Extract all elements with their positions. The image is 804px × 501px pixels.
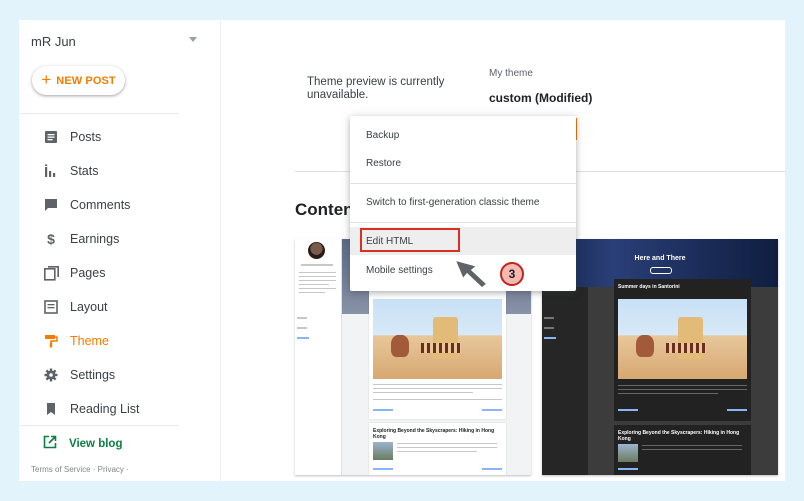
- sidebar: mR Jun + NEW POST Posts Stats Comments $…: [19, 20, 221, 481]
- edit-html-highlight-box: [360, 228, 460, 252]
- blog-selector[interactable]: mR Jun: [31, 34, 76, 49]
- section-title: Conten: [295, 200, 354, 219]
- post-image: [618, 299, 747, 379]
- sidebar-item-reading-list[interactable]: Reading List: [19, 392, 219, 426]
- my-theme-name: custom (Modified): [489, 91, 593, 105]
- plus-icon: +: [41, 70, 52, 89]
- thumbnail-post-card: Summer days in Santorini: [614, 279, 751, 421]
- footer-links[interactable]: Terms of Service · Privacy ·: [31, 465, 129, 474]
- post-image: [373, 299, 502, 379]
- sidebar-item-label: Layout: [70, 300, 108, 314]
- divider: [19, 425, 179, 426]
- posts-icon: [43, 129, 59, 145]
- blogger-window: mR Jun + NEW POST Posts Stats Comments $…: [19, 20, 785, 481]
- thumbnail-post-card: Exploring Beyond the Skyscrapers: Hiking…: [614, 425, 751, 475]
- gear-icon: [43, 367, 59, 383]
- post-title: Exploring Beyond the Skyscrapers: Hiking…: [618, 430, 740, 442]
- sidebar-item-label: Posts: [70, 130, 102, 144]
- menu-item-backup[interactable]: Backup: [350, 121, 576, 149]
- bookmark-icon: [43, 401, 59, 417]
- sidebar-nav: Posts Stats Comments $ Earnings Pages La…: [19, 120, 219, 426]
- sidebar-item-label: Settings: [70, 368, 116, 382]
- thumbnail-post-card: [369, 291, 506, 419]
- chevron-down-icon[interactable]: [189, 37, 197, 42]
- sidebar-item-label: Earnings: [70, 232, 120, 246]
- menu-divider: [350, 183, 576, 184]
- sidebar-item-settings[interactable]: Settings: [19, 358, 219, 392]
- sidebar-item-earnings[interactable]: $ Earnings: [19, 222, 219, 256]
- post-title: Exploring Beyond the Skyscrapers: Hiking…: [373, 428, 495, 440]
- thumbnail-sidebar: [542, 287, 588, 475]
- sidebar-item-layout[interactable]: Layout: [19, 290, 219, 324]
- sidebar-item-label: Pages: [70, 266, 106, 280]
- step-number-badge: 3: [500, 262, 524, 286]
- theme-thumbnail-dark[interactable]: Here and There Summer days in Santorini …: [542, 239, 778, 475]
- divider: [19, 113, 179, 114]
- pointer-arrow-icon: [453, 258, 489, 289]
- dollar-icon: $: [47, 231, 55, 247]
- thumbnail-blog-title: Here and There: [634, 255, 686, 262]
- preview-unavailable-message: Theme preview is currently unavailable.: [307, 76, 445, 101]
- new-post-label: NEW POST: [56, 74, 116, 87]
- post-title: Summer days in Santorini: [618, 284, 680, 290]
- sidebar-item-stats[interactable]: Stats: [19, 154, 219, 188]
- thumbnail-sidebar: [295, 239, 342, 475]
- paint-roller-icon: [43, 333, 59, 349]
- sidebar-item-label: Reading List: [70, 402, 140, 416]
- menu-item-switch-classic-theme[interactable]: Switch to first-generation classic theme: [350, 188, 576, 216]
- avatar: [308, 242, 325, 259]
- pages-icon: [43, 265, 59, 281]
- view-blog-label: View blog: [69, 437, 123, 450]
- sidebar-item-label: Stats: [70, 164, 99, 178]
- sidebar-item-pages[interactable]: Pages: [19, 256, 219, 290]
- layout-icon: [43, 299, 59, 315]
- sidebar-item-comments[interactable]: Comments: [19, 188, 219, 222]
- sidebar-item-label: Comments: [70, 198, 131, 212]
- sidebar-item-theme[interactable]: Theme: [19, 324, 219, 358]
- comments-icon: [43, 197, 59, 213]
- menu-item-restore[interactable]: Restore: [350, 149, 576, 177]
- sidebar-item-label: Theme: [70, 334, 109, 348]
- sidebar-item-posts[interactable]: Posts: [19, 120, 219, 154]
- thumbnail-post-card: Exploring Beyond the Skyscrapers: Hiking…: [369, 423, 506, 475]
- view-blog-link[interactable]: View blog: [43, 435, 122, 452]
- new-post-button[interactable]: + NEW POST: [32, 66, 125, 95]
- my-theme-label: My theme: [489, 68, 533, 79]
- external-link-icon: [43, 435, 57, 452]
- stats-icon: [43, 163, 59, 179]
- menu-divider: [350, 222, 576, 223]
